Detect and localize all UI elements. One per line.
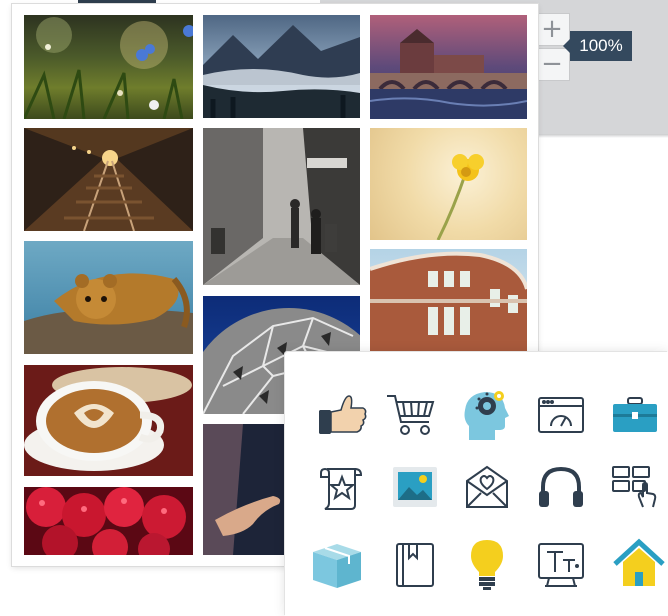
fossa-animal-art (24, 273, 193, 354)
lightbulb-icon[interactable] (459, 536, 515, 592)
box-icon[interactable] (309, 536, 365, 592)
gallery-photo-bridge-castle-painting[interactable] (370, 15, 527, 119)
envelope-heart-icon[interactable] (459, 459, 515, 515)
text-format-icon[interactable] (533, 536, 589, 592)
gallery-photo-railway-tunnel[interactable] (24, 128, 193, 231)
gallery-photo-latte-art-coffee[interactable] (24, 365, 193, 476)
browser-speed-icon[interactable] (533, 386, 589, 442)
scroll-star-icon[interactable] (315, 459, 371, 515)
latte-coffee-art (24, 365, 193, 476)
bridge-castle-art (370, 29, 527, 119)
gallery-photo-wildflowers-meadow[interactable] (24, 15, 193, 119)
gallery-photo-misty-mountain-valley[interactable] (203, 15, 360, 118)
image-icon[interactable] (387, 459, 443, 515)
gallery-photo-brick-building[interactable] (370, 249, 527, 354)
zoom-level-label: 100% (563, 31, 632, 61)
icon-picker-panel (285, 352, 668, 616)
mountain-valley-art (203, 25, 360, 118)
raspberries-art (24, 487, 193, 555)
grid-touch-icon[interactable] (607, 459, 663, 515)
gallery-photo-old-street-people[interactable] (203, 128, 360, 285)
gallery-photo-yellow-flower[interactable] (370, 128, 527, 240)
old-street-art (203, 128, 360, 285)
book-icon[interactable] (387, 536, 443, 592)
thumbs-up-icon[interactable] (315, 386, 371, 442)
shopping-cart-icon[interactable] (383, 386, 439, 442)
gallery-photo-fossa-animal[interactable] (24, 241, 193, 354)
head-gear-icon[interactable] (459, 386, 515, 442)
brick-building-art (370, 251, 527, 354)
gallery-photo-raspberries[interactable] (24, 487, 193, 555)
briefcase-icon[interactable] (607, 386, 663, 442)
yellow-flower-art (436, 154, 484, 240)
wildflowers-art (24, 17, 193, 119)
home-icon[interactable] (611, 536, 667, 592)
headphones-icon[interactable] (533, 459, 589, 515)
railway-tunnel-art (24, 128, 193, 231)
